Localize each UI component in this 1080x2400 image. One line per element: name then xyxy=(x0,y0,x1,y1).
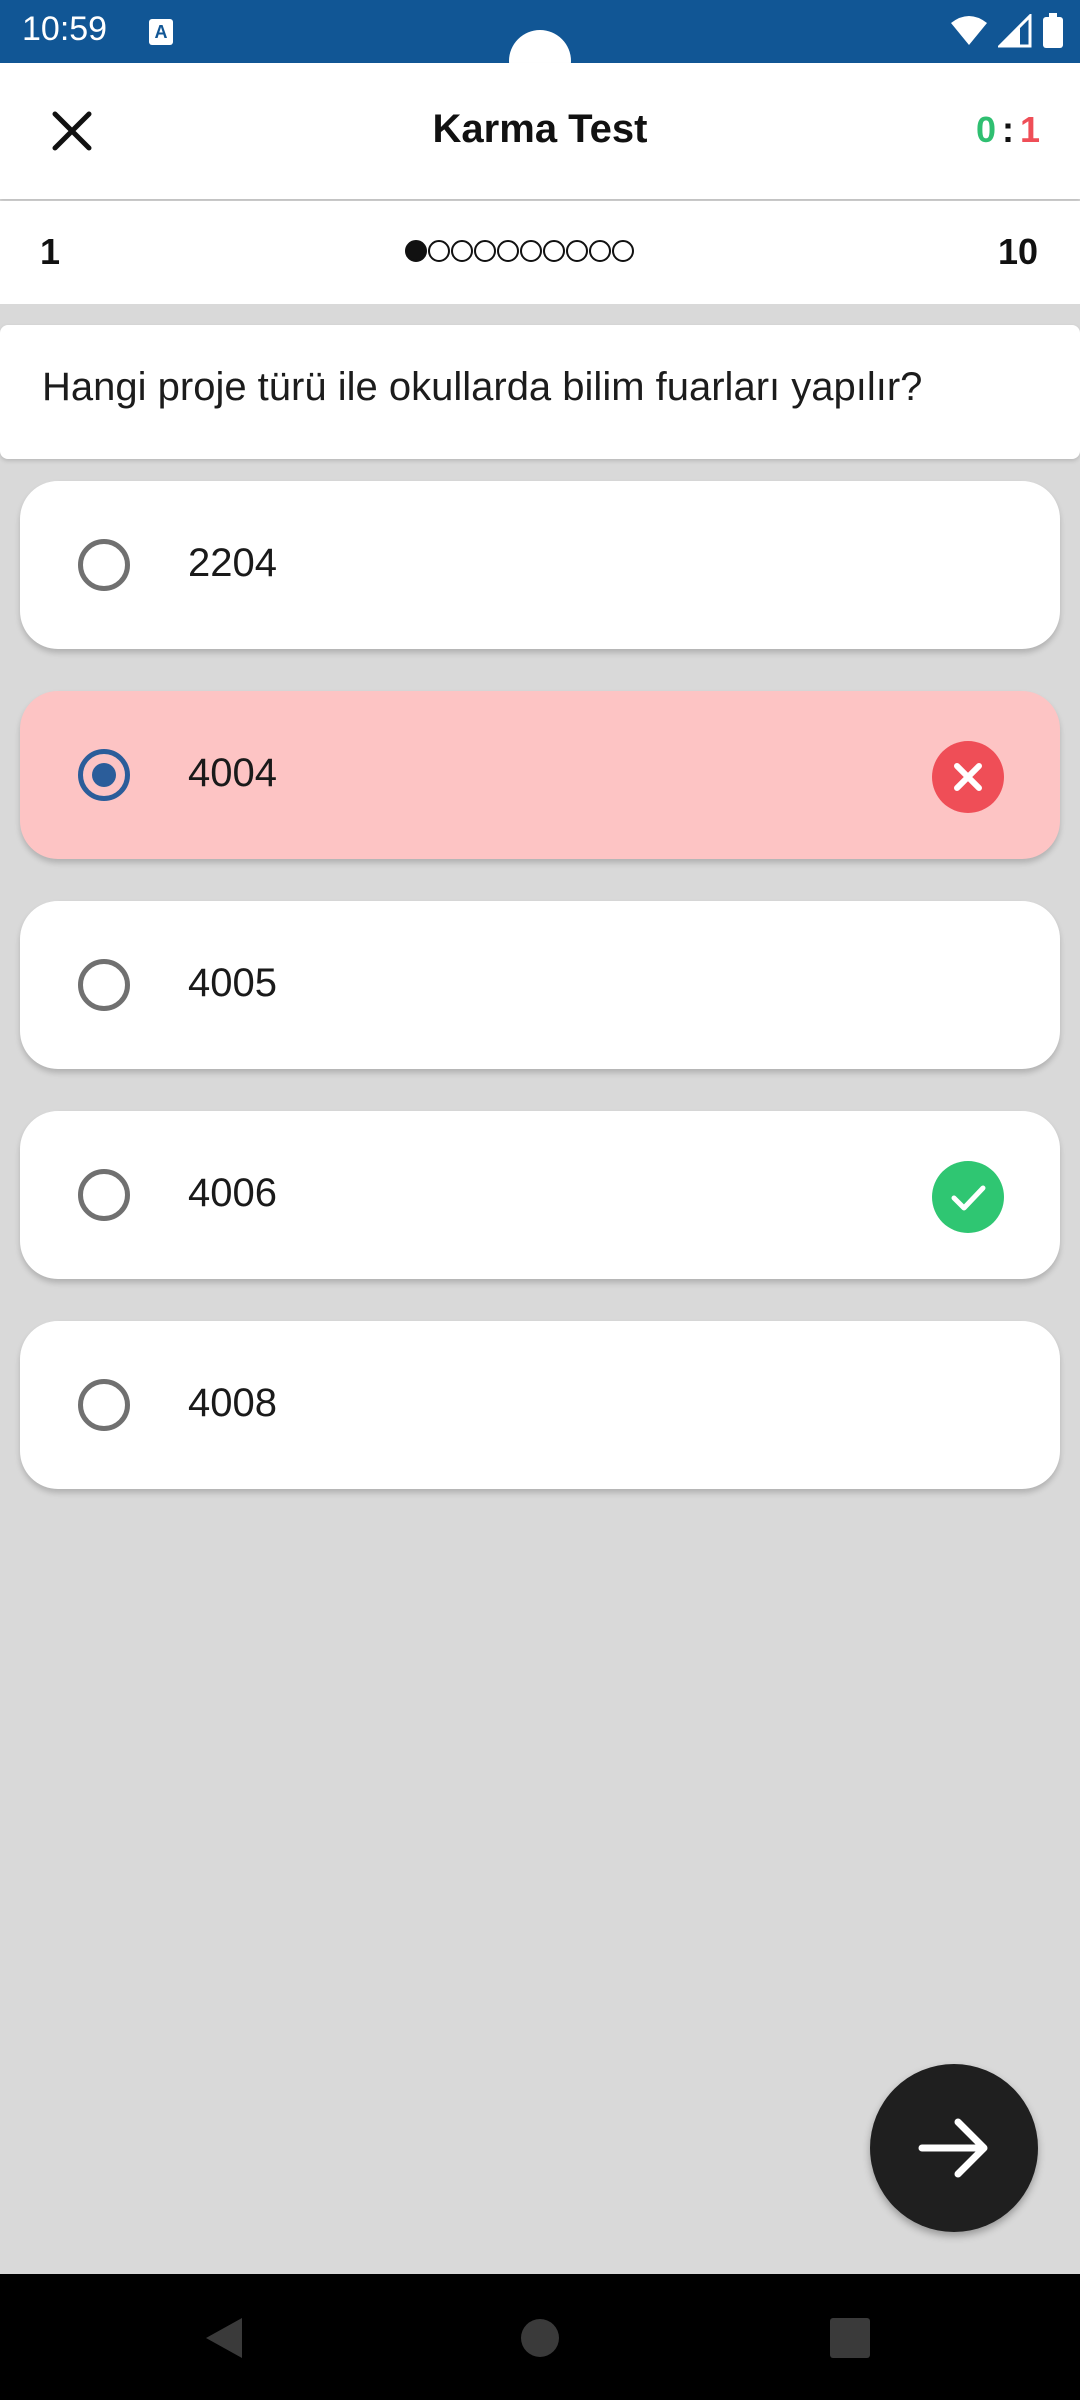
wrong-icon xyxy=(932,741,1004,813)
radio-button[interactable] xyxy=(78,539,130,591)
notification-icon: A xyxy=(149,19,173,45)
question-card: Hangi proje türü ile okullarda bilim fua… xyxy=(0,325,1080,459)
progress-start-label: 1 xyxy=(40,231,61,272)
progress-dot xyxy=(566,240,588,262)
radio-button[interactable] xyxy=(78,1379,130,1431)
answer-label: 2204 xyxy=(188,541,277,585)
progress-dot xyxy=(497,240,519,262)
answer-option-correct[interactable]: 4006 xyxy=(20,1111,1060,1279)
status-time: 10:59 xyxy=(22,10,108,48)
question-text: Hangi proje türü ile okullarda bilim fua… xyxy=(42,365,923,409)
progress-dot xyxy=(520,240,542,262)
progress-dot xyxy=(451,240,473,262)
radio-button-selected[interactable] xyxy=(78,749,130,801)
radio-button[interactable] xyxy=(78,1169,130,1221)
answer-label: 4006 xyxy=(188,1171,277,1215)
signal-icon xyxy=(998,14,1032,48)
score-separator: : xyxy=(1001,109,1014,150)
home-icon[interactable] xyxy=(520,2318,560,2358)
status-icons xyxy=(950,12,1064,50)
wrong-count: 1 xyxy=(1019,109,1040,150)
answer-option-wrong[interactable]: 4004 xyxy=(20,691,1060,859)
progress-end-label: 10 xyxy=(997,231,1038,272)
page-title: Karma Test xyxy=(432,107,648,151)
back-icon[interactable] xyxy=(204,2316,244,2360)
answer-label: 4005 xyxy=(188,961,277,1005)
wifi-icon xyxy=(951,16,987,45)
app-bar: Karma Test 0:1 xyxy=(0,63,1080,199)
correct-count: 0 xyxy=(975,109,996,150)
system-nav-bar xyxy=(0,2274,1080,2400)
recents-icon[interactable] xyxy=(830,2318,870,2358)
progress-dot xyxy=(543,240,565,262)
next-button[interactable] xyxy=(870,2064,1038,2232)
progress-dot xyxy=(405,240,427,262)
status-bar: 10:59 A xyxy=(0,0,1080,92)
progress-dot xyxy=(474,240,496,262)
score-counter: 0:1 xyxy=(976,109,1040,151)
radio-button[interactable] xyxy=(78,959,130,1011)
arrow-right-icon xyxy=(918,2118,988,2178)
answer-option[interactable]: 2204 xyxy=(20,481,1060,649)
progress-dot xyxy=(589,240,611,262)
check-icon xyxy=(932,1161,1004,1233)
progress-dot xyxy=(612,240,634,262)
answer-label: 4008 xyxy=(188,1381,277,1425)
answer-option[interactable]: 4008 xyxy=(20,1321,1060,1489)
battery-icon xyxy=(1043,13,1063,48)
answer-label: 4004 xyxy=(188,751,277,795)
answer-option[interactable]: 4005 xyxy=(20,901,1060,1069)
progress-dot xyxy=(428,240,450,262)
